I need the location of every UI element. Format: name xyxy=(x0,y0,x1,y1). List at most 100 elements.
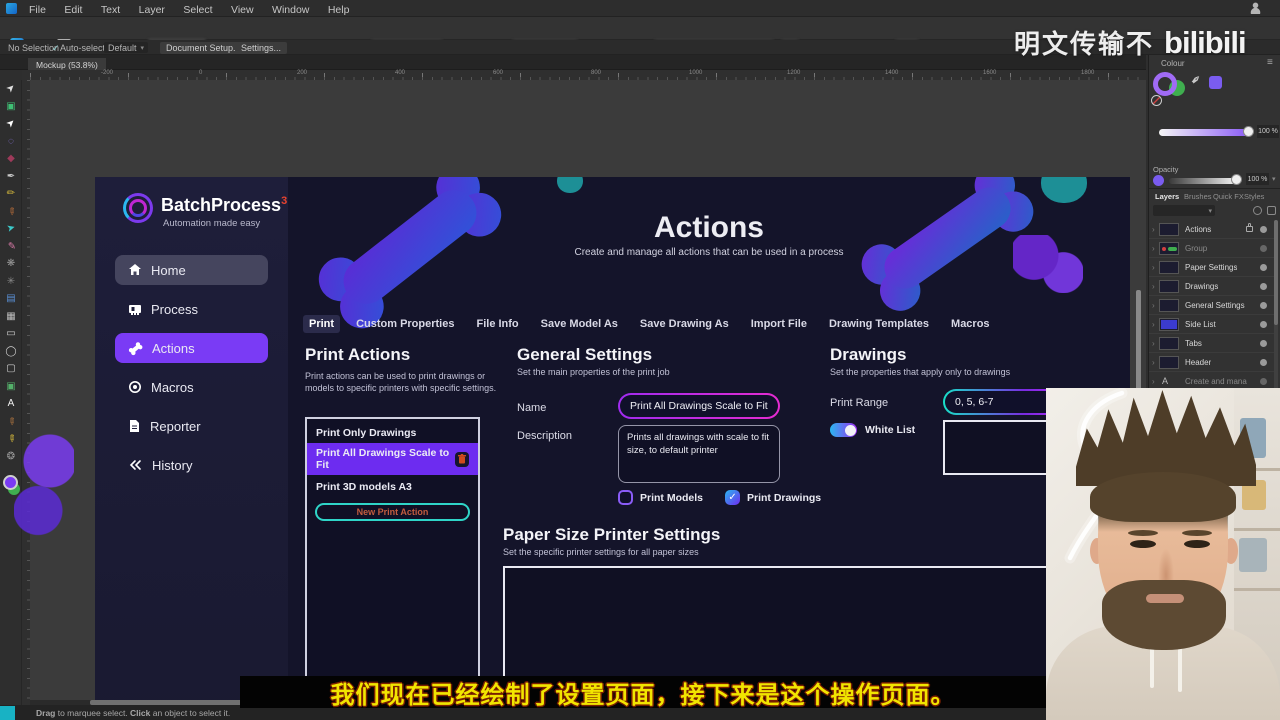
list-item[interactable]: Print Only Drawings xyxy=(307,423,478,443)
layer-row[interactable]: › Actions xyxy=(1149,220,1275,239)
list-item-selected[interactable]: Print All Drawings Scale to Fit xyxy=(307,443,478,475)
document-setup-button[interactable]: Document Setup... xyxy=(160,42,247,54)
settings-button[interactable]: Settings... xyxy=(235,42,288,54)
visibility-dot-icon[interactable] xyxy=(1260,321,1267,328)
layer-row[interactable]: › General Settings xyxy=(1149,296,1275,315)
sidebar-item-process[interactable]: Process xyxy=(115,294,268,324)
visibility-dot-icon[interactable] xyxy=(1260,340,1267,347)
node-tool[interactable]: ➤ xyxy=(0,115,22,133)
point-transform-tool[interactable]: ➤ xyxy=(0,220,22,238)
picture-frame-tool[interactable]: ▣ xyxy=(0,378,22,396)
layer-name[interactable]: Actions xyxy=(1185,225,1211,234)
pen-tool[interactable]: ✒ xyxy=(0,168,22,186)
opacity-slider[interactable] xyxy=(1169,178,1235,184)
opacity-caret-icon[interactable]: ▾ xyxy=(1272,175,1276,183)
color-ring-swatch[interactable] xyxy=(1153,72,1177,96)
sidebar-item-home[interactable]: Home xyxy=(115,255,268,285)
move-tool[interactable]: ➤ xyxy=(0,80,22,98)
canvas-viewport[interactable]: BatchProcess3 Automation made easy Home … xyxy=(14,80,1146,720)
delete-action-button[interactable] xyxy=(455,451,469,467)
layer-name[interactable]: Header xyxy=(1185,358,1211,367)
print-models-checkbox[interactable] xyxy=(618,490,633,505)
tab-import-file[interactable]: Import File xyxy=(745,315,813,333)
layer-expander[interactable]: › xyxy=(1152,244,1155,253)
blend-mode-dropdown[interactable]: ▾ xyxy=(1153,205,1215,216)
tab-file-info[interactable]: File Info xyxy=(470,315,524,333)
layer-expander[interactable]: › xyxy=(1152,282,1155,291)
adjustment-icon[interactable] xyxy=(1253,206,1262,215)
style-dropdown[interactable]: Default ▾ xyxy=(104,42,148,53)
layer-expander[interactable]: › xyxy=(1152,263,1155,272)
print-drawings-checkbox[interactable]: ✓ xyxy=(725,490,741,505)
layer-expander[interactable]: › xyxy=(1152,339,1155,348)
sidebar-item-actions[interactable]: Actions xyxy=(115,333,268,363)
ellipse-tool[interactable]: ◯ xyxy=(0,343,22,361)
mesh-warp-tool[interactable]: ✳ xyxy=(0,273,22,291)
layer-name[interactable]: Group xyxy=(1185,244,1207,253)
layer-name[interactable]: Side List xyxy=(1185,320,1216,329)
name-field[interactable]: Print All Drawings Scale to Fit xyxy=(618,393,780,419)
tab-custom-properties[interactable]: Custom Properties xyxy=(350,315,460,333)
tab-quick-fx[interactable]: Quick FX xyxy=(1213,192,1244,201)
layer-row[interactable]: › Side List xyxy=(1149,315,1275,334)
new-print-action-button[interactable]: New Print Action xyxy=(315,503,470,521)
white-list-toggle[interactable] xyxy=(830,423,857,437)
layer-expander[interactable]: › xyxy=(1152,377,1155,386)
layer-name[interactable]: Drawings xyxy=(1185,282,1218,291)
layer-expander[interactable]: › xyxy=(1152,358,1155,367)
tab-drawing-templates[interactable]: Drawing Templates xyxy=(823,315,935,333)
autoselect-label[interactable]: Auto-select xyxy=(60,43,105,53)
visibility-dot-icon[interactable] xyxy=(1260,378,1267,385)
stroke-color-swatch[interactable] xyxy=(3,475,18,490)
layer-name[interactable]: Create and manage all... xyxy=(1185,377,1247,386)
account-icon[interactable] xyxy=(1250,2,1261,14)
layer-expander[interactable]: › xyxy=(1152,225,1155,234)
vector-brush-tool[interactable]: ✏ xyxy=(0,203,22,221)
tab-layers[interactable]: Layers xyxy=(1155,192,1179,201)
layer-row[interactable]: › Group xyxy=(1149,239,1275,258)
visibility-dot-icon[interactable] xyxy=(1260,245,1267,252)
sidebar-item-history[interactable]: History xyxy=(115,450,268,480)
color-slider-knob[interactable] xyxy=(1243,126,1254,137)
sidebar-item-macros[interactable]: Macros xyxy=(115,372,268,402)
visibility-dot-icon[interactable] xyxy=(1260,264,1267,271)
opacity-knob[interactable] xyxy=(1231,174,1242,185)
opacity-value[interactable]: 100 % xyxy=(1246,173,1269,185)
sidebar-item-reporter[interactable]: Reporter xyxy=(115,411,268,441)
lock-icon[interactable] xyxy=(1246,223,1253,232)
paint-brush-tool[interactable]: ✏ xyxy=(0,238,22,256)
layer-row[interactable]: › Tabs xyxy=(1149,334,1275,353)
layer-name[interactable]: Tabs xyxy=(1185,339,1202,348)
layers-scrollbar[interactable] xyxy=(1274,220,1278,325)
visibility-dot-icon[interactable] xyxy=(1260,283,1267,290)
color-slider-value[interactable]: 100 % xyxy=(1257,125,1279,138)
autoselect-check-icon[interactable]: ✓ xyxy=(52,43,60,54)
selection-brush-tool[interactable]: ◌ xyxy=(0,133,22,151)
rounded-rectangle-tool[interactable]: ▢ xyxy=(0,360,22,378)
layer-name[interactable]: Paper Settings xyxy=(1185,263,1237,272)
purple-chip-icon[interactable] xyxy=(1209,76,1222,89)
rectangle-tool[interactable]: ▭ xyxy=(0,325,22,343)
tab-save-drawing-as[interactable]: Save Drawing As xyxy=(634,315,735,333)
layer-name[interactable]: General Settings xyxy=(1185,301,1245,310)
tab-save-model-as[interactable]: Save Model As xyxy=(535,315,624,333)
visibility-dot-icon[interactable] xyxy=(1260,302,1267,309)
text-tool[interactable]: A xyxy=(0,395,22,413)
artboard-tool[interactable]: ▣ xyxy=(0,98,22,116)
panel-menu-icon[interactable]: ≡ xyxy=(1267,57,1273,68)
visibility-dot-icon[interactable] xyxy=(1260,226,1267,233)
mockup-artboard[interactable]: BatchProcess3 Automation made easy Home … xyxy=(95,177,1130,720)
description-field[interactable]: Prints all drawings with scale to fit si… xyxy=(618,425,780,483)
flood-fill-tool[interactable]: ❋ xyxy=(0,255,22,273)
layer-row[interactable]: › Header xyxy=(1149,353,1275,372)
tab-styles[interactable]: Styles xyxy=(1244,192,1264,201)
layer-row[interactable]: › Paper Settings xyxy=(1149,258,1275,277)
no-fill-icon[interactable] xyxy=(1151,95,1162,106)
color-slider[interactable] xyxy=(1159,129,1249,136)
tab-brushes[interactable]: Brushes xyxy=(1184,192,1212,201)
brush-swatch-icon[interactable]: ✒ xyxy=(1187,70,1206,89)
layer-row[interactable]: › Drawings xyxy=(1149,277,1275,296)
pencil-tool[interactable]: ✏ xyxy=(0,185,22,203)
tab-macros[interactable]: Macros xyxy=(945,315,996,333)
layer-expander[interactable]: › xyxy=(1152,320,1155,329)
